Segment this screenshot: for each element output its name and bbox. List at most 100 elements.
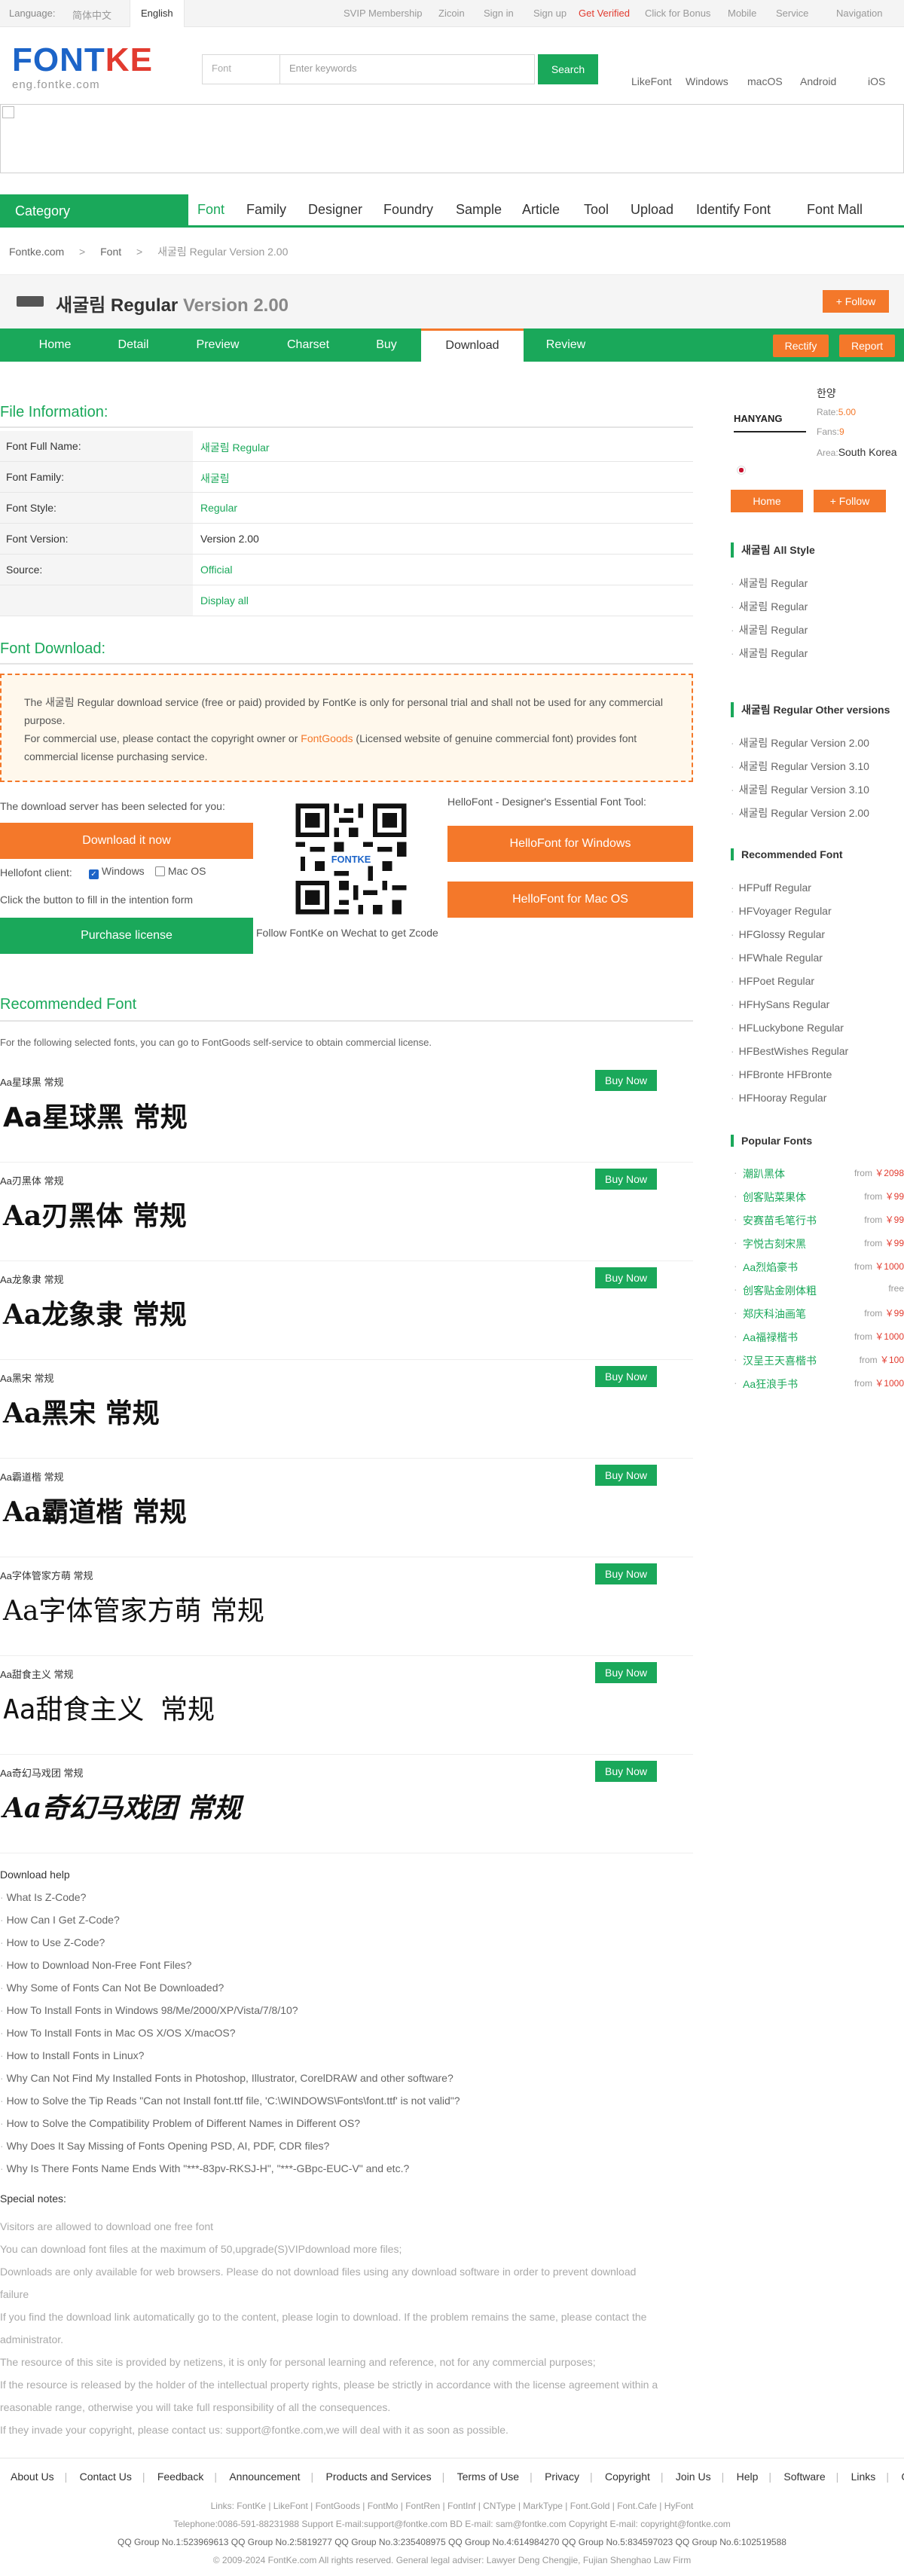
- footer-nav-item[interactable]: About Us: [11, 2471, 54, 2483]
- popular-font-item[interactable]: Aa烈焰豪书 from ￥1000 ·: [734, 1260, 904, 1275]
- hellofont-windows-button[interactable]: HelloFont for Windows: [447, 826, 693, 862]
- display-all-link[interactable]: Display all: [200, 594, 249, 607]
- nav-tool[interactable]: Tool: [584, 202, 609, 218]
- popular-font-item[interactable]: 创客贴金刚体粗 free ·: [734, 1283, 904, 1298]
- popular-font-name[interactable]: 潮趴黑体: [743, 1166, 785, 1181]
- tab-buy[interactable]: Buy: [345, 328, 428, 362]
- popular-font-name[interactable]: Aa狂浪手书: [743, 1377, 798, 1392]
- help-item[interactable]: · How to Solve the Compatibility Problem…: [0, 2117, 360, 2129]
- footer-nav-item[interactable]: Guide: [901, 2471, 904, 2483]
- buy-now-button[interactable]: Buy Now: [595, 1662, 657, 1683]
- info-value[interactable]: Official: [200, 564, 233, 576]
- footer-nav-item[interactable]: Products and Services: [326, 2471, 432, 2483]
- popular-font-item[interactable]: Aa福禄楷书 from ￥1000 ·: [734, 1330, 904, 1345]
- help-item[interactable]: · What Is Z-Code?: [0, 1891, 86, 1903]
- search-input[interactable]: Enter keywords: [280, 54, 535, 84]
- platform-likefont[interactable]: LikeFont: [631, 75, 672, 87]
- foundry-logo[interactable]: HANYANG: [734, 404, 806, 432]
- nav-identify-font[interactable]: Identify Font: [696, 202, 771, 218]
- tab-preview[interactable]: Preview: [176, 328, 259, 362]
- style-item[interactable]: · 새굴림 Regular: [731, 622, 808, 637]
- buy-now-button[interactable]: Buy Now: [595, 1465, 657, 1486]
- mac-option[interactable]: Mac OS: [155, 865, 206, 877]
- nav-font-mall[interactable]: Font Mall: [807, 202, 863, 218]
- foundry-name[interactable]: 한양: [817, 386, 836, 401]
- sidebar-rec-item[interactable]: · HFBronte HFBronte: [731, 1068, 832, 1080]
- rec-font-preview[interactable]: Aa甜食主义 常规: [3, 1688, 215, 1727]
- help-item[interactable]: · How To Install Fonts in Mac OS X/OS X/…: [0, 2027, 236, 2039]
- sidebar-rec-item[interactable]: · HFLuckybone Regular: [731, 1022, 844, 1034]
- mobile-link[interactable]: Mobile: [728, 8, 756, 19]
- nav-article[interactable]: Article: [522, 202, 560, 218]
- rec-font-name[interactable]: Aa奇幻马戏团 常规: [0, 1765, 84, 1780]
- popular-font-name[interactable]: 创客贴金刚体粗: [743, 1283, 817, 1298]
- popular-font-name[interactable]: 创客贴菜果体: [743, 1190, 806, 1205]
- info-value[interactable]: 새굴림: [200, 471, 230, 486]
- popular-font-item[interactable]: 安赛苗毛笔行书 from ￥99 ·: [734, 1213, 904, 1228]
- platform-android[interactable]: Android: [800, 75, 836, 87]
- info-value[interactable]: 새굴림 Regular: [200, 440, 270, 455]
- popular-font-item[interactable]: 字悦古刻宋黑 from ￥99 ·: [734, 1236, 904, 1251]
- ad-banner[interactable]: [0, 104, 904, 173]
- buy-now-button[interactable]: Buy Now: [595, 1366, 657, 1387]
- footer-nav-item[interactable]: Terms of Use: [457, 2471, 519, 2483]
- hellofont-mac-button[interactable]: HelloFont for Mac OS: [447, 882, 693, 918]
- help-item[interactable]: · Why Can Not Find My Installed Fonts in…: [0, 2072, 454, 2084]
- report-button[interactable]: Report: [839, 335, 895, 357]
- search-type-select[interactable]: Font: [202, 54, 280, 84]
- version-item[interactable]: · 새굴림 Regular Version 2.00: [731, 735, 869, 750]
- tab-review[interactable]: Review: [524, 328, 607, 362]
- sidebar-rec-item[interactable]: · HFBestWishes Regular: [731, 1045, 848, 1057]
- lang-en-link[interactable]: English: [130, 0, 185, 27]
- version-item[interactable]: · 새굴림 Regular Version 3.10: [731, 782, 869, 797]
- popular-font-name[interactable]: Aa福禄楷书: [743, 1330, 798, 1345]
- rec-font-preview[interactable]: Aa霸道楷 常规: [3, 1490, 187, 1529]
- sign-in-link[interactable]: Sign in: [484, 8, 514, 19]
- rec-font-name[interactable]: Aa刃黑体 常规: [0, 1173, 64, 1187]
- popular-font-name[interactable]: 字悦古刻宋黑: [743, 1236, 806, 1251]
- sidebar-rec-item[interactable]: · HFWhale Regular: [731, 952, 823, 964]
- rec-font-name[interactable]: Aa龙象隶 常规: [0, 1272, 64, 1286]
- help-item[interactable]: · Why Some of Fonts Can Not Be Downloade…: [0, 1982, 224, 1994]
- buy-now-button[interactable]: Buy Now: [595, 1267, 657, 1288]
- navigation-link[interactable]: Navigation: [836, 8, 882, 19]
- popular-font-item[interactable]: Aa狂浪手书 from ￥1000 ·: [734, 1377, 904, 1392]
- sidebar-rec-item[interactable]: · HFVoyager Regular: [731, 905, 832, 917]
- nav-designer[interactable]: Designer: [308, 202, 362, 218]
- style-item[interactable]: · 새굴림 Regular: [731, 599, 808, 614]
- rec-font-preview[interactable]: Aa星球黑 常规: [3, 1095, 188, 1135]
- footer-nav-item[interactable]: Feedback: [157, 2471, 203, 2483]
- help-item[interactable]: · How to Use Z-Code?: [0, 1936, 105, 1948]
- zicoin-link[interactable]: Zicoin: [438, 8, 465, 19]
- foundry-follow-button[interactable]: + Follow: [814, 490, 886, 512]
- footer-nav-item[interactable]: Join Us: [676, 2471, 711, 2483]
- version-item[interactable]: · 새굴림 Regular Version 2.00: [731, 805, 869, 820]
- popular-font-name[interactable]: 安赛苗毛笔行书: [743, 1213, 817, 1228]
- help-item[interactable]: · How to Solve the Tip Reads "Can not In…: [0, 2095, 460, 2107]
- platform-ios[interactable]: iOS: [868, 75, 885, 87]
- footer-nav-item[interactable]: Contact Us: [80, 2471, 132, 2483]
- footer-nav-item[interactable]: Copyright: [605, 2471, 650, 2483]
- download-now-button[interactable]: Download it now: [0, 823, 253, 859]
- breadcrumb-font[interactable]: Font: [100, 246, 121, 258]
- popular-font-name[interactable]: 郑庆科油画笔: [743, 1306, 806, 1322]
- platform-windows[interactable]: Windows: [686, 75, 728, 87]
- lang-cn-link[interactable]: 简体中文: [72, 8, 111, 22]
- rec-font-preview[interactable]: Aa龙象隶 常规: [3, 1293, 187, 1332]
- search-button[interactable]: Search: [538, 54, 598, 84]
- foundry-home-button[interactable]: Home: [731, 490, 803, 512]
- buy-now-button[interactable]: Buy Now: [595, 1070, 657, 1091]
- help-item[interactable]: · How To Install Fonts in Windows 98/Me/…: [0, 2004, 298, 2016]
- rec-font-preview[interactable]: Aa字体管家方萌 常规: [3, 1589, 264, 1628]
- help-item[interactable]: · How to Install Fonts in Linux?: [0, 2049, 144, 2061]
- checkbox-checked-icon[interactable]: ✓: [89, 869, 99, 879]
- popular-font-item[interactable]: 创客贴菜果体 from ￥99 ·: [734, 1190, 904, 1205]
- buy-now-button[interactable]: Buy Now: [595, 1761, 657, 1782]
- rec-font-name[interactable]: Aa星球黑 常规: [0, 1074, 64, 1089]
- follow-button[interactable]: + Follow: [823, 290, 889, 313]
- nav-font[interactable]: Font: [197, 202, 224, 218]
- fontgoods-link[interactable]: FontGoods: [301, 732, 353, 744]
- popular-font-name[interactable]: 汉呈王天喜楷书: [743, 1353, 817, 1368]
- windows-option[interactable]: ✓ Windows: [89, 865, 145, 879]
- popular-font-item[interactable]: 潮趴黑体 from ￥2098 ·: [734, 1166, 904, 1181]
